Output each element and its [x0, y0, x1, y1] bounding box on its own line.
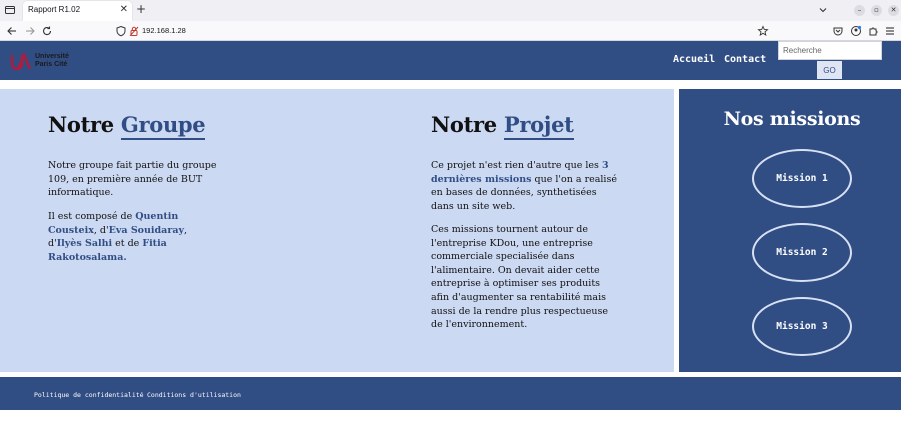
tab-close-icon[interactable]: ✕	[120, 4, 128, 16]
universite-paris-cite-logo[interactable]: Université Paris Cité	[9, 52, 79, 72]
bookmark-star-icon[interactable]	[757, 25, 769, 37]
chevron-down-icon[interactable]	[818, 5, 828, 15]
groupe-p2-sep1: , d'	[93, 224, 109, 236]
groupe-heading-plain: Notre	[48, 112, 114, 137]
new-tab-icon[interactable]: +	[136, 2, 146, 17]
extensions-icon[interactable]	[867, 25, 879, 37]
shield-icon[interactable]	[115, 25, 127, 37]
minimize-icon[interactable]: –	[854, 5, 865, 16]
projet-heading: Notre Projet	[431, 112, 574, 140]
member-ilyes[interactable]: Ilyès Salhi	[57, 238, 112, 249]
firefox-view-icon[interactable]	[4, 4, 16, 16]
projet-p1-prefix: Ce projet n'est rien d'autre que les	[431, 160, 602, 171]
hamburger-menu-icon[interactable]	[884, 25, 896, 37]
logo-line-1: Université	[35, 53, 69, 60]
footer-link-privacy[interactable]: Politique de confidentialité	[34, 391, 144, 399]
restore-icon[interactable]: ▫	[871, 5, 882, 16]
site-header: Université Paris Cité Accueil Contact GO	[0, 41, 901, 80]
groupe-heading: Notre Groupe	[48, 112, 206, 140]
forward-arrow-icon[interactable]	[24, 25, 36, 37]
main-content: Notre Groupe Notre groupe fait partie du…	[0, 89, 674, 372]
site-footer: Politique de confidentialité Conditions …	[0, 377, 901, 410]
mission-2-button[interactable]: Mission 2	[752, 223, 852, 282]
logo-text: Université Paris Cité	[35, 53, 69, 68]
mission-3-button[interactable]: Mission 3	[752, 297, 852, 356]
account-icon[interactable]	[850, 25, 862, 37]
reload-icon[interactable]	[41, 25, 53, 37]
nav-link-accueil[interactable]: Accueil	[673, 54, 715, 65]
groupe-p2-prefix: Il est composé de	[48, 211, 136, 222]
browser-tab-bar: Rapport R1.02 ✕ + – ▫ ✕	[0, 0, 901, 21]
groupe-heading-accent: Groupe	[120, 112, 206, 140]
member-eva[interactable]: Eva Souidaray	[109, 225, 184, 236]
groupe-paragraph-2: Il est composé de Quentin Cousteix, d'Ev…	[48, 210, 223, 264]
missions-panel: Nos missions Mission 1 Mission 2 Mission…	[679, 89, 901, 372]
groupe-paragraph-1: Notre groupe fait partie du groupe 109, …	[48, 160, 217, 199]
groupe-p2-end: .	[123, 251, 127, 263]
url-bar[interactable]: 192.168.1.28	[111, 23, 771, 39]
mission-1-button[interactable]: Mission 1	[752, 149, 852, 208]
missions-title: Nos missions	[723, 108, 861, 130]
projet-heading-accent: Projet	[503, 112, 574, 140]
go-button[interactable]: GO	[817, 61, 842, 79]
close-window-icon[interactable]: ✕	[888, 5, 899, 16]
insecure-lock-icon[interactable]	[128, 25, 140, 37]
projet-paragraph-1: Ce projet n'est rien d'autre que les 3 d…	[431, 159, 621, 213]
back-arrow-icon[interactable]	[6, 25, 18, 37]
browser-tab[interactable]: Rapport R1.02 ✕	[23, 1, 132, 21]
browser-nav-bar: 192.168.1.28	[0, 21, 901, 41]
projet-heading-plain: Notre	[431, 112, 497, 137]
groupe-p2-sep3: et de	[112, 238, 143, 250]
nav-link-contact[interactable]: Contact	[724, 54, 766, 65]
logo-line-2: Paris Cité	[35, 60, 68, 68]
url-text: 192.168.1.28	[142, 26, 186, 35]
search-input[interactable]	[778, 41, 882, 60]
footer-link-terms[interactable]: Conditions d'utilisation	[147, 391, 241, 399]
projet-paragraph-2: Ces missions tournent autour de l'entrep…	[431, 224, 608, 331]
logo-mark-icon	[10, 52, 32, 71]
tab-title: Rapport R1.02	[28, 5, 81, 14]
pocket-icon[interactable]	[832, 25, 844, 37]
